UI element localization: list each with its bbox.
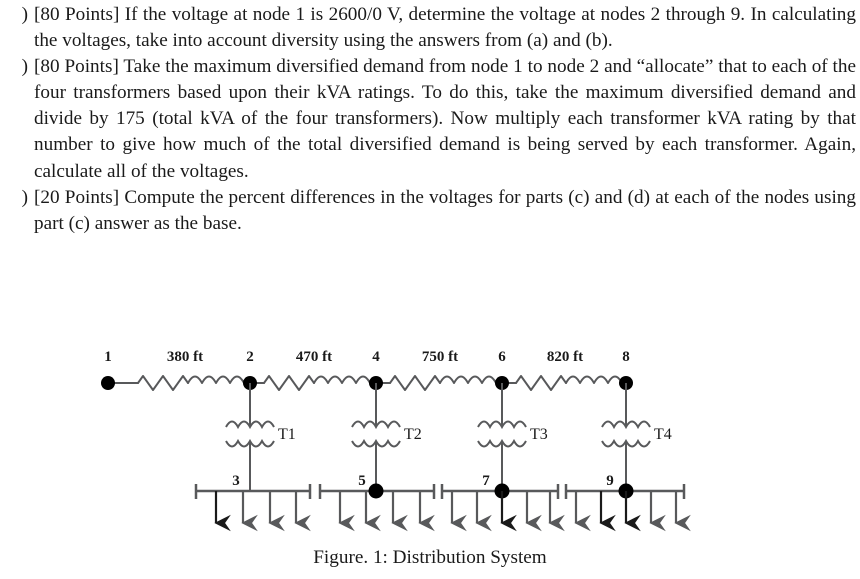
node-label-2: 2 bbox=[246, 349, 254, 365]
transformer-branch-T3: T3 7 bbox=[477, 383, 548, 491]
problem-marker-c: ) bbox=[21, 4, 28, 25]
node-label-6: 6 bbox=[498, 349, 506, 365]
problem-item-e: ) [20 Points] Compute the percent differ… bbox=[0, 185, 860, 237]
problem-item-c: ) [80 Points] If the voltage at node 1 i… bbox=[0, 2, 860, 54]
inductor-1 bbox=[187, 375, 245, 384]
problem-marker-d: ) bbox=[21, 56, 28, 78]
problem-item-d: ) [80 Points] Take the maximum diversifi… bbox=[0, 54, 860, 184]
inductor-4 bbox=[565, 375, 623, 384]
transformer-branch-T1: T1 3 bbox=[225, 383, 296, 491]
figure-caption: Figure. 1: Distribution System bbox=[313, 547, 547, 568]
problem-text-c: [80 Points] If the voltage at node 1 is … bbox=[34, 4, 856, 52]
node-label-7: 7 bbox=[482, 473, 490, 489]
loads-bus-9 bbox=[574, 491, 691, 532]
span-label-4-6: 750 ft bbox=[422, 349, 458, 365]
problem-list: ) [80 Points] If the voltage at node 1 i… bbox=[0, 2, 860, 237]
span-label-1-2: 380 ft bbox=[167, 349, 203, 365]
node-label-3: 3 bbox=[232, 473, 240, 489]
transformer-label-T3: T3 bbox=[530, 426, 548, 443]
node-label-1: 1 bbox=[104, 349, 112, 365]
resistor-2 bbox=[263, 375, 315, 391]
resistor-1 bbox=[137, 375, 189, 391]
resistor-4 bbox=[515, 375, 567, 391]
secondary-bus-3 bbox=[194, 484, 312, 499]
node-label-5: 5 bbox=[358, 473, 366, 489]
node-label-4: 4 bbox=[372, 349, 380, 365]
span-label-6-8: 820 ft bbox=[547, 349, 583, 365]
figure-distribution-system: 1 380 ft 2 470 ft 4 750 ft 6 820 ft 8 T1… bbox=[0, 345, 860, 579]
transformer-label-T4: T4 bbox=[654, 426, 672, 443]
transformer-label-T1: T1 bbox=[278, 426, 296, 443]
loads-bus-7 bbox=[450, 491, 565, 532]
loads-bus-3 bbox=[214, 491, 311, 532]
problem-marker-e: ) bbox=[21, 186, 28, 208]
problem-text-d: [80 Points] Take the maximum diversified… bbox=[34, 56, 856, 182]
distribution-system-diagram: 1 380 ft 2 470 ft 4 750 ft 6 820 ft 8 T1… bbox=[101, 349, 691, 532]
node-dot-1 bbox=[101, 376, 115, 390]
problem-text-e: [20 Points] Compute the percent differen… bbox=[34, 186, 856, 234]
node-dot-5 bbox=[368, 483, 384, 499]
span-label-2-4: 470 ft bbox=[296, 349, 332, 365]
transformer-branch-T4: T4 9 bbox=[601, 383, 672, 491]
node-label-8: 8 bbox=[622, 349, 630, 365]
transformer-branch-T2: T2 5 bbox=[351, 383, 422, 491]
node-label-9: 9 bbox=[606, 473, 614, 489]
page-root: ) [80 Points] If the voltage at node 1 i… bbox=[0, 0, 860, 579]
primary-labels: 1 380 ft 2 470 ft 4 750 ft 6 820 ft 8 bbox=[104, 349, 630, 365]
transformer-label-T2: T2 bbox=[404, 426, 422, 443]
inductor-3 bbox=[439, 375, 497, 384]
primary-feeder bbox=[107, 375, 627, 391]
resistor-3 bbox=[389, 375, 441, 391]
inductor-2 bbox=[313, 375, 371, 384]
